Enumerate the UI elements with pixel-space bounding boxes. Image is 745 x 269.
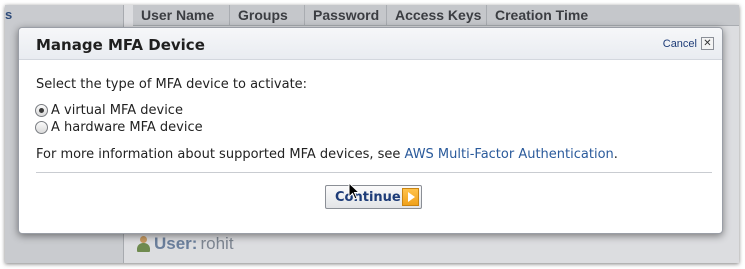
hardware-mfa-radio[interactable]	[35, 121, 48, 134]
dialog-header: Manage MFA Device Cancel ✕	[19, 28, 722, 60]
users-table-header: User Name Groups Password Access Keys Cr…	[133, 5, 739, 26]
user-name-value: rohit	[200, 234, 234, 253]
aws-mfa-link[interactable]: AWS Multi-Factor Authentication	[405, 147, 614, 162]
column-header-password[interactable]: Password	[305, 5, 387, 25]
user-label: User:	[154, 234, 198, 253]
continue-button[interactable]: Continue	[325, 185, 422, 209]
column-header-access-keys[interactable]: Access Keys	[387, 5, 487, 25]
virtual-mfa-label[interactable]: A virtual MFA device	[51, 103, 183, 118]
left-panel-text: s	[5, 7, 13, 22]
arrow-right-icon[interactable]	[402, 188, 419, 206]
hardware-mfa-label[interactable]: A hardware MFA device	[51, 120, 203, 135]
column-header-user-name[interactable]: User Name	[133, 5, 230, 25]
mfa-type-prompt: Select the type of MFA device to activat…	[36, 77, 308, 92]
manage-mfa-dialog: Manage MFA Device Cancel ✕ Select the ty…	[18, 27, 723, 234]
cancel-button[interactable]: Cancel ✕	[663, 37, 714, 50]
info-suffix: .	[613, 147, 618, 162]
virtual-mfa-option[interactable]: A virtual MFA device	[35, 103, 183, 118]
cancel-label[interactable]: Cancel	[663, 38, 697, 50]
hardware-mfa-option[interactable]: A hardware MFA device	[35, 120, 203, 135]
info-text: For more information about supported MFA…	[36, 147, 405, 162]
virtual-mfa-radio[interactable]	[35, 104, 48, 117]
user-detail-heading: User: rohit	[136, 234, 234, 254]
dialog-divider	[36, 172, 712, 173]
dialog-title: Manage MFA Device	[36, 36, 205, 54]
close-icon[interactable]: ✕	[701, 37, 714, 50]
column-header-creation-time[interactable]: Creation Time	[487, 5, 613, 25]
user-icon	[136, 235, 151, 253]
mfa-info-text: For more information about supported MFA…	[36, 147, 618, 162]
mouse-cursor-icon	[348, 182, 360, 200]
column-header-groups[interactable]: Groups	[230, 5, 305, 25]
continue-label[interactable]: Continue	[335, 190, 401, 205]
